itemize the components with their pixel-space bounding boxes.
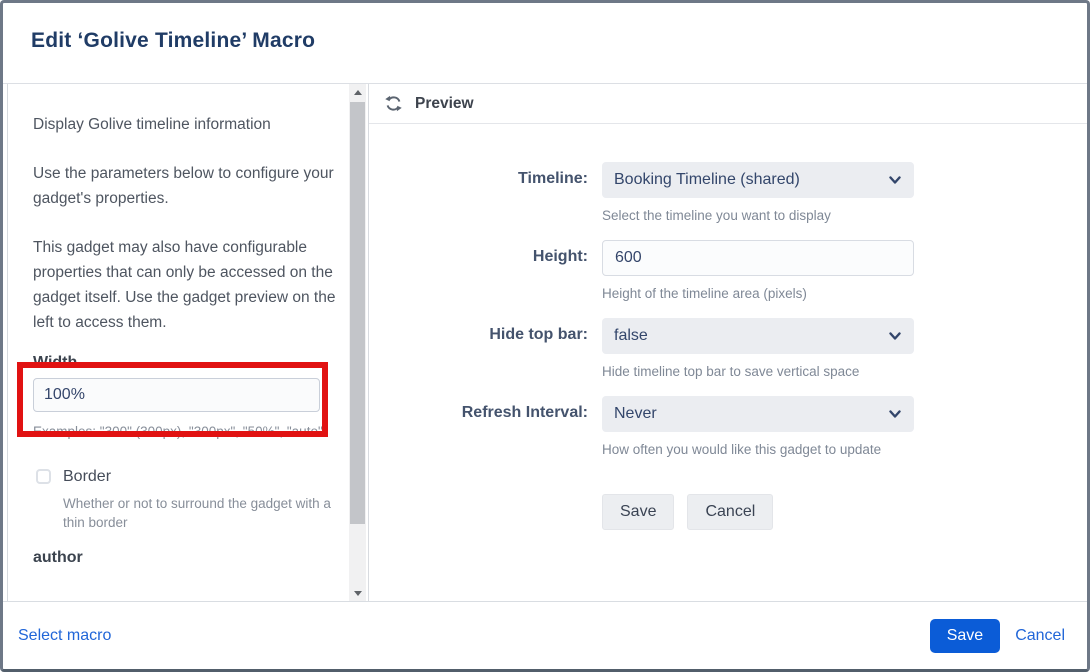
chevron-down-icon: [888, 407, 902, 421]
preview-title: Preview: [415, 95, 474, 113]
refresh-interval-field-row: Refresh Interval: Never How often you wo…: [369, 396, 1087, 457]
preview-form: Timeline: Booking Timeline (shared) Sele…: [369, 124, 1087, 530]
border-checkbox[interactable]: [36, 469, 51, 484]
refresh-icon[interactable]: [384, 94, 403, 113]
gadget-note: This gadget may also have configurable p…: [33, 235, 337, 335]
preview-panel: Preview Timeline: Booking Timeline (shar…: [369, 84, 1087, 601]
dialog-titlebar: Edit ‘Golive Timeline’ Macro: [3, 3, 1087, 84]
author-field-label: author: [33, 548, 337, 567]
chevron-down-icon: [888, 173, 902, 187]
select-macro-link[interactable]: Select macro: [18, 627, 111, 645]
gadget-description: Display Golive timeline information: [33, 112, 337, 137]
hide-top-bar-label: Hide top bar:: [369, 318, 588, 379]
cancel-link[interactable]: Cancel: [1015, 627, 1065, 645]
timeline-field-row: Timeline: Booking Timeline (shared) Sele…: [369, 162, 1087, 223]
scrollbar-down-button[interactable]: [349, 585, 366, 601]
height-label: Height:: [369, 240, 588, 301]
preview-header: Preview: [369, 84, 1087, 124]
macro-params-content: Display Golive timeline information Use …: [8, 84, 349, 567]
width-input[interactable]: [33, 378, 320, 412]
scrollbar-up-button[interactable]: [349, 84, 366, 100]
height-field-row: Height: Height of the timeline area (pix…: [369, 240, 1087, 301]
border-field-row: Border: [33, 467, 337, 486]
save-button[interactable]: Save: [930, 619, 1000, 653]
scrollbar-thumb[interactable]: [350, 102, 365, 524]
scroll-down-icon: [354, 591, 362, 596]
hide-top-bar-select[interactable]: false: [602, 318, 914, 354]
refresh-interval-label: Refresh Interval:: [369, 396, 588, 457]
gadget-instructions: Use the parameters below to configure yo…: [33, 161, 337, 211]
border-checkbox-label[interactable]: Border: [63, 464, 111, 489]
timeline-label: Timeline:: [369, 162, 588, 223]
refresh-interval-help-text: How often you would like this gadget to …: [602, 442, 914, 457]
dialog-footer: Select macro Save Cancel: [3, 601, 1087, 669]
macro-params-panel: Display Golive timeline information Use …: [7, 84, 368, 601]
scroll-up-icon: [354, 90, 362, 95]
macro-editor-dialog: Edit ‘Golive Timeline’ Macro Display Gol…: [0, 0, 1090, 672]
timeline-select[interactable]: Booking Timeline (shared): [602, 162, 914, 198]
height-help-text: Height of the timeline area (pixels): [602, 286, 914, 301]
width-examples-text: Examples: "300" (300px), "300px", "50%",…: [33, 422, 328, 441]
height-input[interactable]: [602, 240, 914, 276]
refresh-interval-select[interactable]: Never: [602, 396, 914, 432]
hide-top-bar-field-row: Hide top bar: false Hide timeline top ba…: [369, 318, 1087, 379]
gadget-save-button[interactable]: Save: [602, 494, 674, 530]
dialog-body: Display Golive timeline information Use …: [3, 84, 1087, 601]
gadget-cancel-button[interactable]: Cancel: [687, 494, 773, 530]
gadget-buttons-row: Save Cancel: [369, 474, 1087, 530]
width-field-label: Width: [33, 353, 337, 372]
timeline-help-text: Select the timeline you want to display: [602, 208, 914, 223]
left-panel-scrollbar[interactable]: [349, 84, 366, 601]
chevron-down-icon: [888, 329, 902, 343]
border-help-text: Whether or not to surround the gadget wi…: [63, 494, 338, 532]
dialog-title: Edit ‘Golive Timeline’ Macro: [31, 29, 1087, 53]
hide-top-bar-help-text: Hide timeline top bar to save vertical s…: [602, 364, 914, 379]
